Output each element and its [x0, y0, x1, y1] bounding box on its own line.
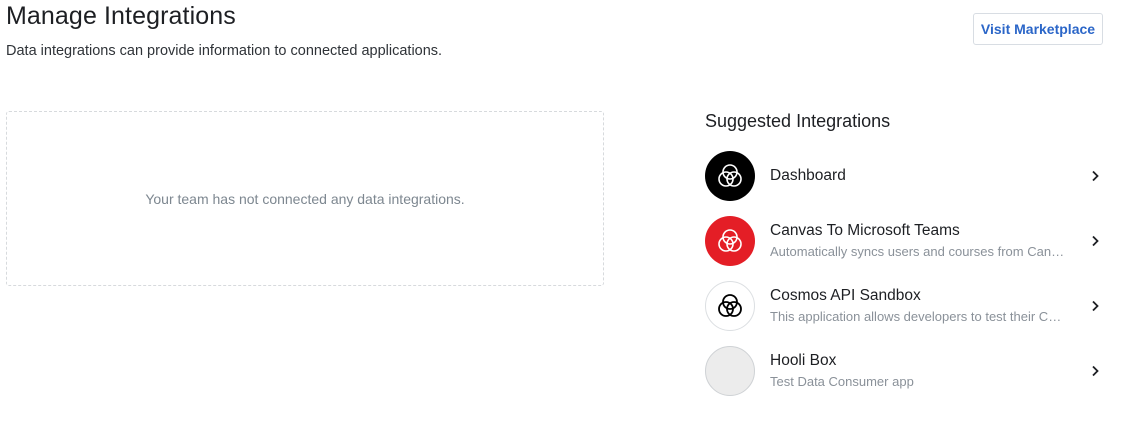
- integration-item-dashboard[interactable]: Dashboard: [705, 151, 1105, 201]
- cosmos-logo-icon: [705, 151, 755, 201]
- chevron-right-icon: [1085, 231, 1105, 251]
- integration-item-canvas-to-microsoft-teams[interactable]: Canvas To Microsoft Teams Automatically …: [705, 216, 1105, 266]
- integration-name: Cosmos API Sandbox: [770, 287, 921, 304]
- empty-state-message: Your team has not connected any data int…: [145, 190, 465, 207]
- chevron-right-icon: [1085, 361, 1105, 381]
- integration-description: Automatically syncs users and courses fr…: [770, 244, 1065, 259]
- visit-marketplace-button[interactable]: Visit Marketplace: [973, 13, 1103, 45]
- chevron-right-icon: [1085, 166, 1105, 186]
- integration-description: This application allows developers to te…: [770, 309, 1065, 324]
- integration-name: Hooli Box: [770, 352, 837, 369]
- page-title: Manage Integrations: [6, 2, 236, 30]
- cosmos-logo-icon: [705, 216, 755, 266]
- integration-item-hooli-box[interactable]: Hooli Box Test Data Consumer app: [705, 346, 1105, 396]
- integration-name: Canvas To Microsoft Teams: [770, 222, 960, 239]
- integration-item-cosmos-api-sandbox[interactable]: Cosmos API Sandbox This application allo…: [705, 281, 1105, 331]
- chevron-right-icon: [1085, 296, 1105, 316]
- suggested-integrations-heading: Suggested Integrations: [705, 111, 891, 131]
- page-subtitle: Data integrations can provide informatio…: [6, 43, 443, 59]
- integration-description: Test Data Consumer app: [770, 374, 914, 389]
- blank-avatar-icon: [705, 346, 755, 396]
- cosmos-logo-icon: [705, 281, 755, 331]
- integration-name: Dashboard: [770, 167, 846, 184]
- empty-integrations-panel: Your team has not connected any data int…: [6, 111, 604, 286]
- suggested-integrations-list: Dashboard Canvas To Microsoft Teams Auto…: [705, 151, 1105, 411]
